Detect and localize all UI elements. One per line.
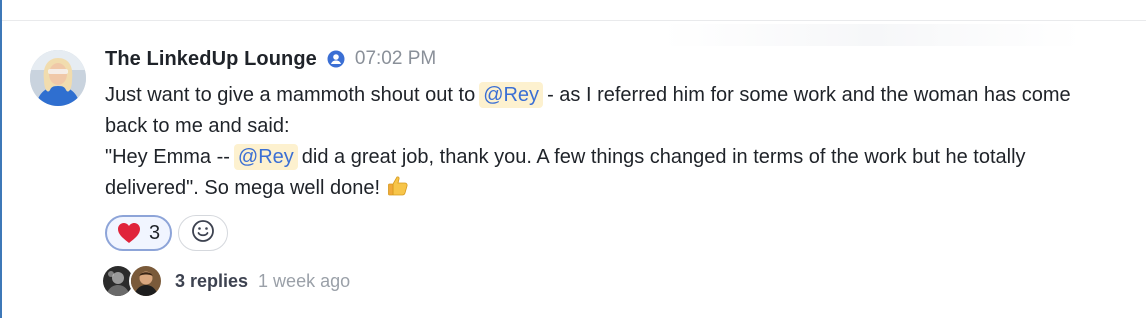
heart-icon bbox=[117, 222, 141, 244]
add-reaction-button[interactable] bbox=[178, 215, 229, 251]
mention-rey[interactable]: @Rey bbox=[233, 144, 298, 170]
message-body: Just want to give a mammoth shout out to… bbox=[105, 80, 1115, 204]
reaction-count: 3 bbox=[149, 221, 161, 244]
smiley-add-icon bbox=[191, 219, 215, 248]
last-reply-time: 1 week ago bbox=[258, 270, 351, 291]
replier-avatar bbox=[129, 264, 163, 298]
mention-rey[interactable]: @Rey bbox=[479, 82, 544, 108]
reaction-heart-button[interactable]: 3 bbox=[105, 215, 173, 251]
message-text: "Hey Emma -- bbox=[105, 146, 230, 168]
replies-count-link[interactable]: 3 replies bbox=[175, 271, 248, 292]
author-name[interactable]: The LinkedUp Lounge bbox=[105, 48, 317, 71]
message-text: Just want to give a mammoth shout out to bbox=[105, 84, 476, 106]
message-content: The LinkedUp Lounge 07:02 PM Just want t… bbox=[101, 46, 1115, 298]
thumbs-up-icon bbox=[386, 174, 410, 198]
top-divider bbox=[2, 20, 1146, 21]
chat-message-panel: The LinkedUp Lounge 07:02 PM Just want t… bbox=[0, 0, 1146, 318]
verified-badge-icon bbox=[327, 50, 345, 68]
author-avatar[interactable] bbox=[30, 50, 86, 106]
thread-summary[interactable]: 3 replies 1 week ago bbox=[101, 264, 1115, 298]
hover-toolbar-shadow bbox=[662, 24, 1082, 46]
reactions-bar: 3 bbox=[105, 214, 1115, 252]
message-header: The LinkedUp Lounge 07:02 PM bbox=[105, 46, 1115, 72]
message-timestamp: 07:02 PM bbox=[354, 48, 437, 69]
